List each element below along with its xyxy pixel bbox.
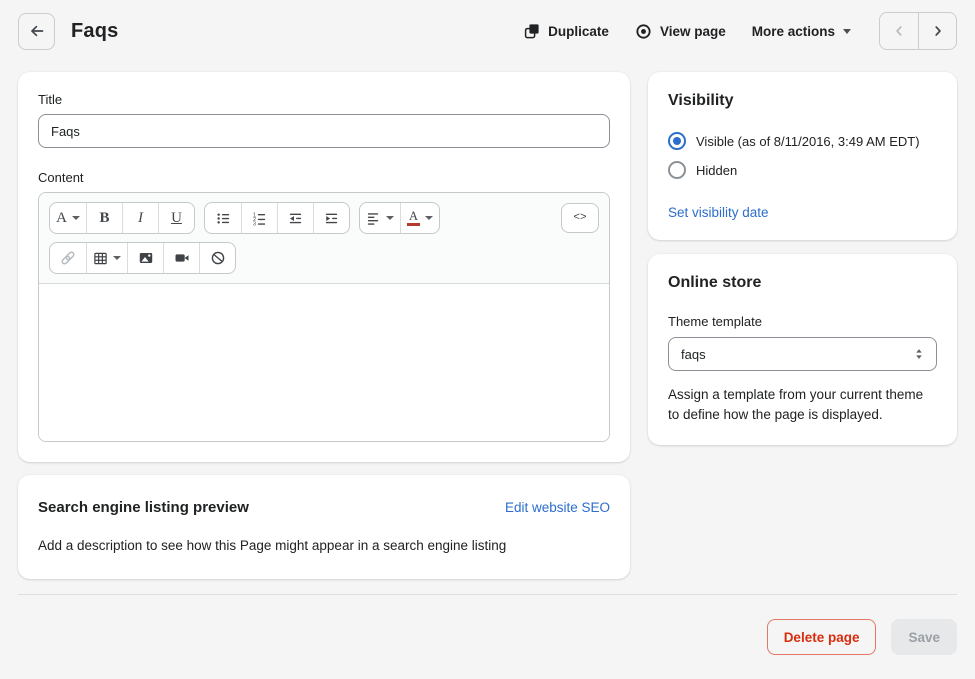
toolbar-row-2	[49, 242, 599, 274]
caret-down-icon	[71, 216, 80, 220]
set-visibility-date-link[interactable]: Set visibility date	[668, 205, 769, 220]
content-editor-body[interactable]	[39, 284, 609, 441]
svg-text:3: 3	[253, 221, 256, 225]
online-store-card-title: Online store	[668, 274, 762, 291]
list-indent-group: 1 2 3	[204, 202, 350, 234]
text-style-group: A B I U	[49, 202, 195, 234]
text-color-button[interactable]: A	[400, 203, 439, 233]
clear-formatting-button[interactable]	[199, 243, 235, 273]
caret-down-icon	[425, 216, 433, 220]
toolbar-row-1: A B I U 1 2 3 A <>	[49, 202, 599, 234]
text-color-icon: A	[407, 210, 420, 227]
visible-option-label: Visible (as of 8/11/2016, 3:49 AM EDT)	[696, 133, 920, 149]
more-actions-button[interactable]: More actions	[742, 16, 861, 47]
outdent-icon	[288, 211, 303, 226]
main-column: Title Content A	[18, 72, 630, 579]
insert-link-button[interactable]	[50, 243, 86, 273]
pagination	[879, 12, 957, 50]
rich-text-editor: A B I U 1 2 3 A <>	[38, 192, 610, 442]
indent-button[interactable]	[313, 203, 349, 233]
insert-image-button[interactable]	[127, 243, 163, 273]
more-actions-label: More actions	[751, 23, 835, 39]
seo-card-title: Search engine listing preview	[38, 499, 249, 516]
theme-template-select[interactable]: faqs	[668, 337, 937, 371]
code-icon: <>	[573, 212, 587, 224]
table-icon	[93, 251, 108, 266]
page-title: Faqs	[71, 19, 119, 42]
indent-icon	[324, 211, 339, 226]
underline-icon: U	[171, 209, 182, 226]
duplicate-button[interactable]: Duplicate	[514, 15, 619, 47]
video-icon	[174, 250, 190, 266]
italic-icon: I	[138, 209, 143, 226]
radio-unselected-icon[interactable]	[668, 161, 686, 179]
content-label: Content	[38, 170, 84, 185]
online-store-card: Online store Theme template faqs Assign …	[648, 254, 957, 445]
bullet-list-button[interactable]	[205, 203, 241, 233]
eye-icon	[635, 23, 652, 40]
title-label: Title	[38, 92, 63, 107]
arrow-left-icon	[29, 23, 45, 39]
italic-button[interactable]: I	[122, 203, 158, 233]
caret-down-icon	[113, 256, 121, 260]
link-icon	[60, 250, 76, 266]
save-button[interactable]: Save	[891, 619, 957, 655]
content-area: Title Content A	[0, 62, 975, 579]
bullet-list-icon	[216, 211, 231, 226]
numbered-list-button[interactable]: 1 2 3	[241, 203, 277, 233]
seo-card-header: Search engine listing preview Edit websi…	[38, 499, 610, 516]
duplicate-icon	[524, 23, 540, 39]
topbar-actions: Duplicate View page More actions	[514, 12, 957, 50]
theme-template-help-text: Assign a template from your current them…	[668, 387, 924, 422]
chevron-left-icon	[892, 24, 906, 38]
caret-down-icon	[843, 28, 851, 34]
font-style-icon: A	[56, 209, 67, 226]
editor-toolbar: A B I U 1 2 3 A <>	[39, 193, 609, 284]
visibility-option-hidden[interactable]: Hidden	[668, 161, 937, 179]
chevron-right-icon	[931, 24, 945, 38]
align-color-group: A	[359, 202, 440, 234]
previous-page-button[interactable]	[880, 13, 918, 49]
view-page-label: View page	[659, 23, 726, 39]
caret-down-icon	[386, 216, 394, 220]
page-details-card: Title Content A	[18, 72, 630, 462]
edit-website-seo-link[interactable]: Edit website SEO	[505, 500, 610, 515]
delete-page-button[interactable]: Delete page	[766, 619, 877, 655]
bold-icon: B	[99, 209, 110, 226]
numbered-list-icon: 1 2 3	[252, 211, 267, 226]
side-column: Visibility Visible (as of 8/11/2016, 3:4…	[648, 72, 957, 445]
view-page-button[interactable]: View page	[625, 15, 736, 48]
duplicate-label: Duplicate	[548, 23, 609, 39]
font-style-button[interactable]: A	[50, 203, 86, 233]
image-icon	[138, 250, 154, 266]
insert-table-button[interactable]	[86, 243, 127, 273]
outdent-button[interactable]	[277, 203, 313, 233]
topbar: Faqs Duplicate View page More actions	[0, 0, 975, 62]
next-page-button[interactable]	[918, 13, 956, 49]
page-editor: Faqs Duplicate View page More actions Ti…	[0, 0, 975, 663]
visibility-card: Visibility Visible (as of 8/11/2016, 3:4…	[648, 72, 957, 240]
theme-template-value: faqs	[681, 346, 706, 362]
visibility-option-visible[interactable]: Visible (as of 8/11/2016, 3:49 AM EDT)	[668, 132, 937, 150]
align-left-icon	[366, 211, 381, 226]
radio-selected-icon[interactable]	[668, 132, 686, 150]
underline-button[interactable]: U	[158, 203, 194, 233]
insert-group	[49, 242, 236, 274]
bold-button[interactable]: B	[86, 203, 122, 233]
title-input[interactable]	[38, 114, 610, 148]
seo-card: Search engine listing preview Edit websi…	[18, 475, 630, 579]
select-updown-icon	[912, 347, 926, 361]
visibility-card-title: Visibility	[668, 92, 734, 109]
hidden-option-label: Hidden	[696, 162, 738, 178]
back-button[interactable]	[18, 12, 55, 50]
show-html-button[interactable]: <>	[561, 203, 599, 233]
theme-template-label: Theme template	[668, 314, 762, 329]
seo-description: Add a description to see how this Page m…	[38, 538, 507, 553]
footer-actions: Delete page Save	[0, 595, 975, 679]
insert-video-button[interactable]	[163, 243, 199, 273]
clear-formatting-icon	[210, 250, 226, 266]
alignment-button[interactable]	[360, 203, 400, 233]
